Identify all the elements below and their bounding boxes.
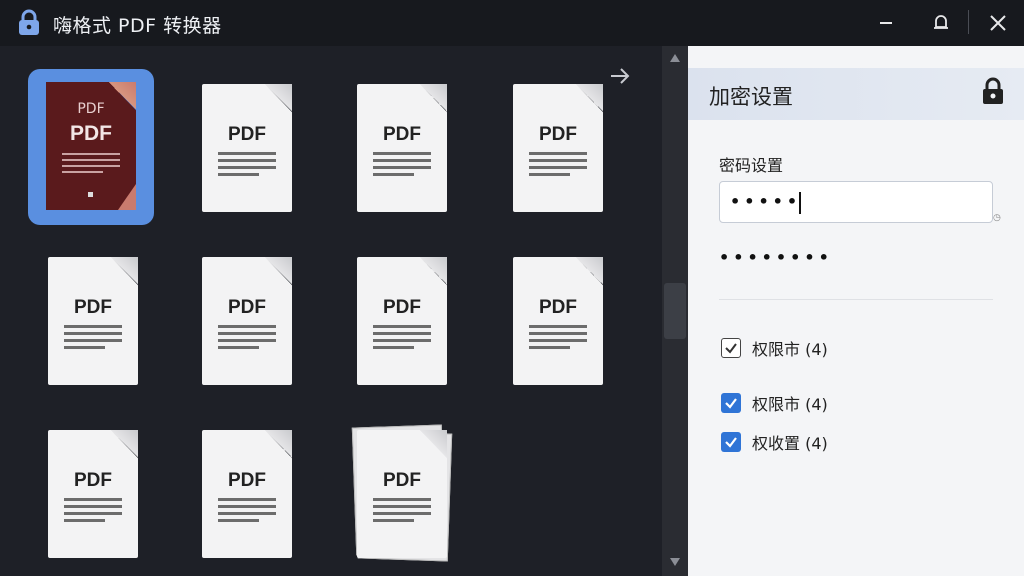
text-lines (373, 498, 431, 526)
pdf-label: PDF (74, 297, 112, 318)
pdf-label: PDF (383, 297, 421, 318)
permission-checkbox-3[interactable]: 权收置 (4) (721, 430, 828, 454)
page-dot (88, 192, 93, 197)
text-lines (64, 325, 122, 353)
password-confirm: •••••••• (719, 248, 833, 267)
pdf-label: PDF (74, 470, 112, 491)
bell-icon (934, 15, 948, 29)
text-lines (373, 325, 431, 353)
text-lines (373, 152, 431, 180)
checkmark-icon (725, 398, 737, 409)
input-info-icon: ◷ (993, 213, 1001, 223)
page-fold (265, 84, 292, 112)
checkbox[interactable] (721, 338, 741, 358)
divider (719, 299, 993, 300)
file-item[interactable]: PDF (357, 84, 449, 216)
panel-title: 加密设置 (709, 85, 793, 109)
file-item[interactable]: PDF (513, 257, 605, 389)
lock-icon[interactable] (982, 77, 1004, 105)
scroll-up-icon[interactable] (668, 52, 682, 64)
page-fold (265, 430, 292, 458)
text-lines (64, 498, 122, 526)
permission-label: 权限市 (4) (752, 395, 828, 414)
text-lines (218, 325, 276, 353)
password-value: ••••• (730, 192, 802, 211)
permission-label: 权收置 (4) (752, 434, 828, 453)
text-lines (529, 152, 587, 180)
close-icon (990, 15, 1006, 31)
pdf-label: PDF (383, 470, 421, 491)
scroll-thumb[interactable] (664, 283, 686, 339)
page-fold (576, 257, 603, 285)
file-item[interactable]: PDF (513, 84, 605, 216)
pdf-label: PDF (228, 124, 266, 145)
page-fold (420, 430, 447, 458)
page-fold (576, 84, 603, 112)
page-fold (420, 257, 447, 285)
arrow-right-icon[interactable] (608, 64, 632, 88)
file-item[interactable]: PDF (357, 257, 449, 389)
text-lines (529, 325, 587, 353)
page-fold (111, 430, 138, 458)
scroll-down-icon[interactable] (668, 556, 682, 568)
pdf-label-small: PDF (77, 101, 105, 117)
pdf-label: PDF (383, 124, 421, 145)
pdf-label: PDF (539, 124, 577, 145)
checkbox[interactable] (721, 393, 741, 413)
text-caret (799, 191, 802, 214)
text-lines (218, 152, 276, 180)
checkmark-icon (725, 343, 737, 354)
pdf-label: PDF (228, 297, 266, 318)
title-separator (968, 10, 969, 34)
page-fold (265, 257, 292, 285)
checkmark-icon (725, 437, 737, 448)
file-item[interactable]: PDF (48, 257, 140, 389)
encryption-panel: 加密设置 密码设置 ••••• ◷ •••••••• 权限市 (4) 权限市 (… (688, 46, 1024, 576)
text-lines (218, 498, 276, 526)
file-item[interactable]: PDF (48, 430, 140, 562)
lock-icon (19, 9, 39, 35)
pdf-label: PDF (70, 122, 112, 145)
checkbox[interactable] (721, 432, 741, 452)
text-lines (62, 153, 120, 173)
file-item[interactable]: PDF (202, 430, 294, 562)
page-fold (111, 257, 138, 285)
minimize-button[interactable] (873, 10, 899, 36)
notification-button[interactable] (928, 10, 954, 36)
permission-label: 权限市 (4) (752, 340, 828, 359)
permission-checkbox-1[interactable]: 权限市 (4) (721, 336, 828, 360)
page-fold (420, 84, 447, 112)
close-button[interactable] (985, 10, 1011, 36)
permission-checkbox-2[interactable]: 权限市 (4) (721, 391, 828, 415)
file-item[interactable]: PDF (202, 257, 294, 389)
title-bar: 嗨格式 PDF 转换器 (0, 0, 1024, 46)
password-label: 密码设置 (719, 156, 784, 175)
file-item[interactable]: PDF (351, 424, 453, 562)
password-input[interactable]: ••••• (719, 181, 993, 223)
pdf-label: PDF (228, 470, 266, 491)
file-item-selected[interactable]: PDF PDF (28, 69, 154, 225)
file-item[interactable]: PDF (202, 84, 294, 216)
app-title: 嗨格式 PDF 转换器 (53, 15, 222, 37)
pdf-label: PDF (539, 297, 577, 318)
minimize-icon (880, 22, 892, 24)
